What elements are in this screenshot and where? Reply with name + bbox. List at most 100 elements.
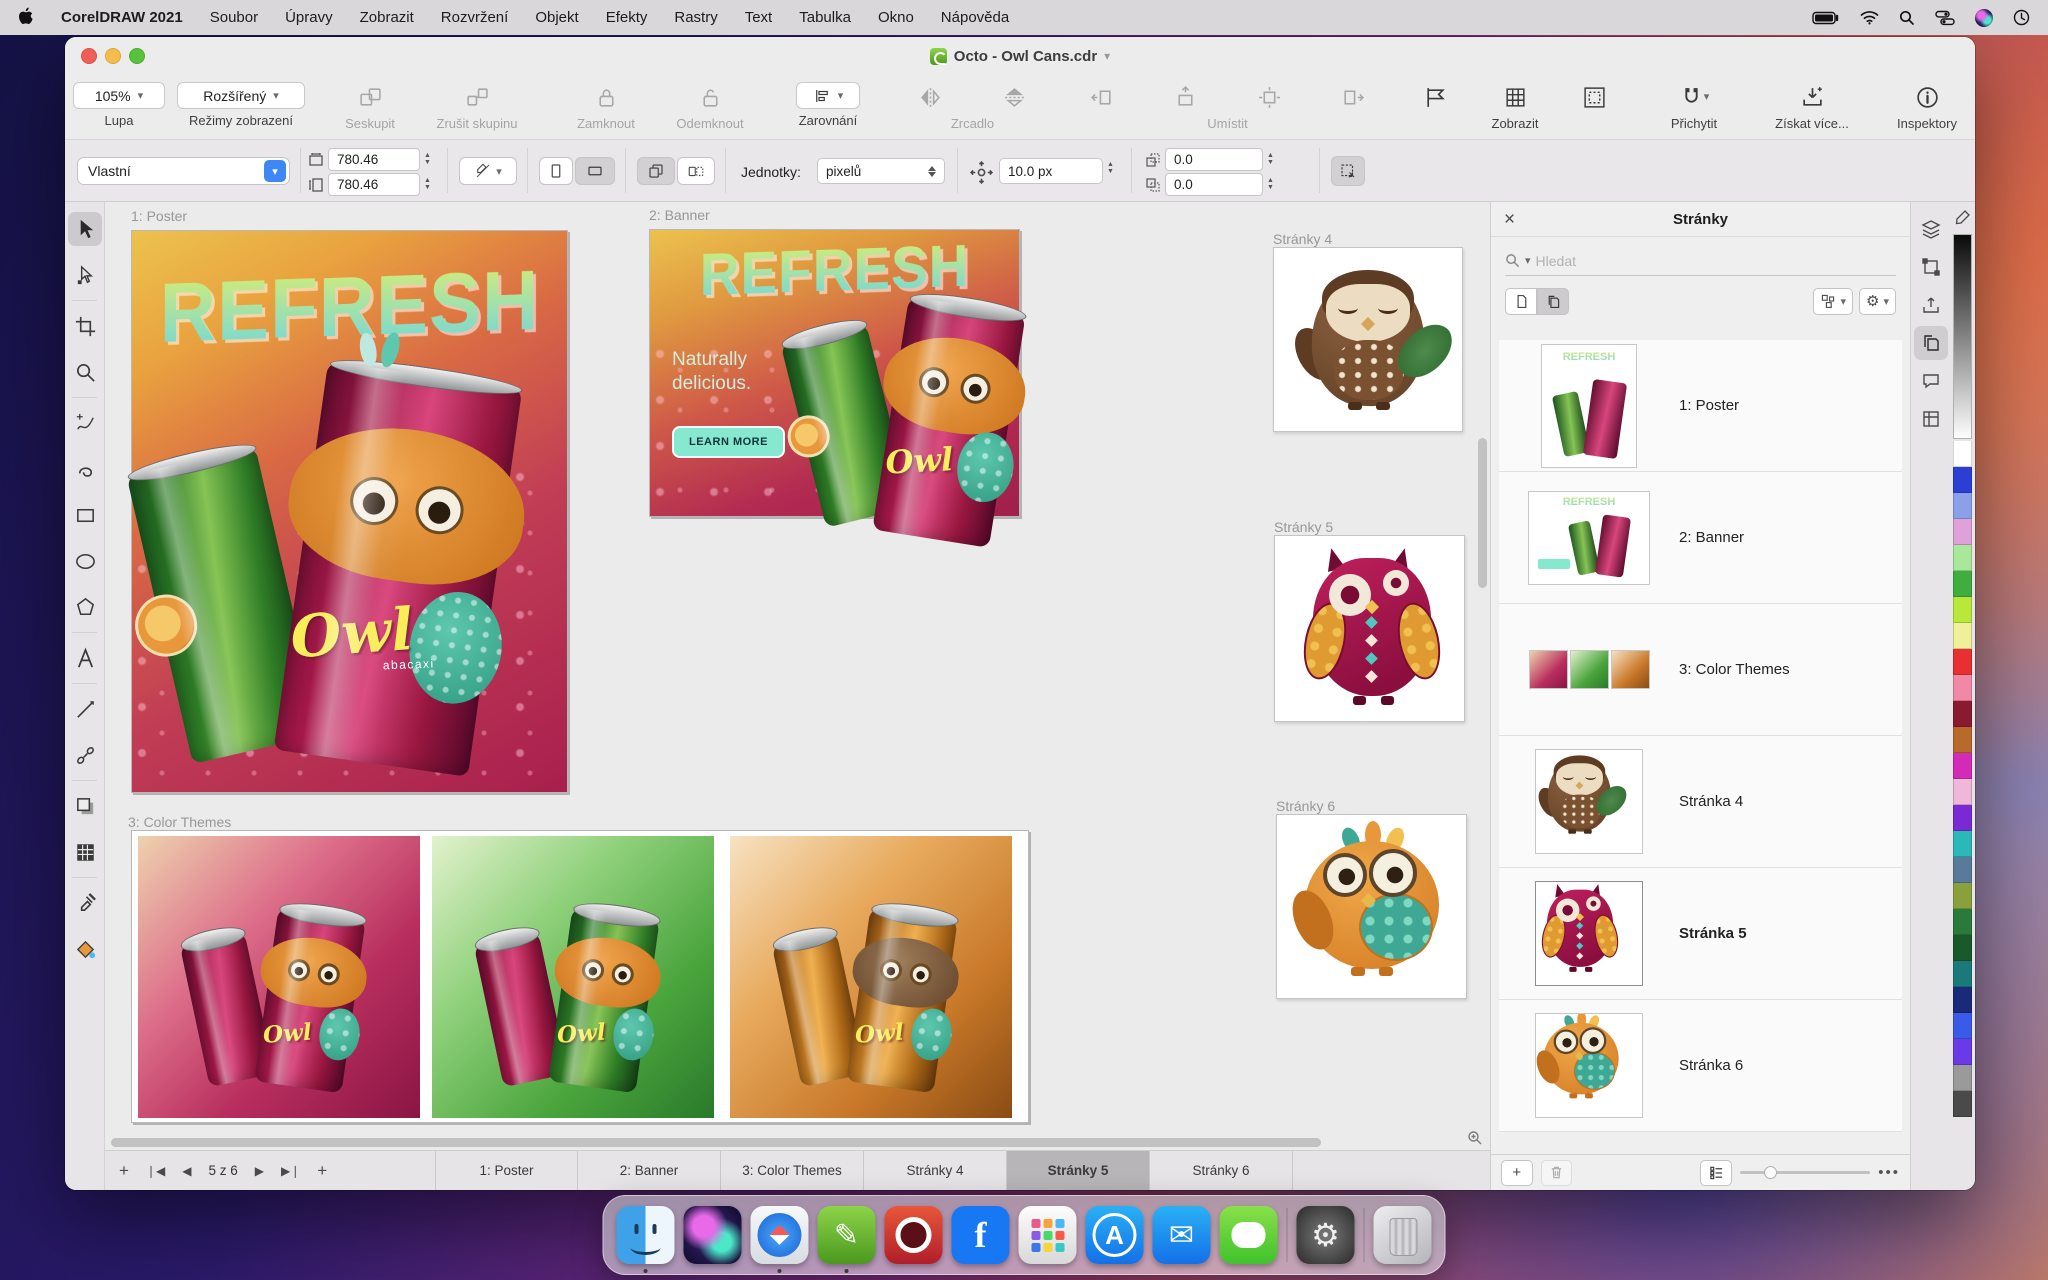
color-swatch[interactable] <box>1953 857 1972 883</box>
chevron-down-icon[interactable]: ▾ <box>1525 254 1531 267</box>
color-swatch[interactable] <box>1953 467 1972 493</box>
vertical-scrollbar[interactable] <box>1478 208 1487 1128</box>
color-swatch[interactable] <box>1953 1065 1972 1091</box>
add-page-button-2[interactable]: + <box>317 1161 327 1181</box>
color-swatch[interactable] <box>1953 675 1972 701</box>
page-list-item-5[interactable]: Stránka 5 <box>1499 868 1902 1000</box>
view-mode-dropdown[interactable]: Rozšířený▾ <box>177 82 305 109</box>
dock-facebook-icon[interactable]: f <box>952 1206 1010 1264</box>
single-page-view-button[interactable] <box>1505 288 1537 315</box>
slider-thumb[interactable] <box>1764 1166 1777 1179</box>
color-swatch[interactable] <box>1953 753 1972 779</box>
tab-stranky-4[interactable]: Stránky 4 <box>864 1151 1007 1190</box>
close-panel-icon[interactable]: × <box>1504 210 1515 229</box>
horizontal-scrollbar-thumb[interactable] <box>111 1138 1321 1147</box>
nudge-distance-field[interactable]: 10.0 px <box>999 158 1103 184</box>
tab-color-themes[interactable]: 3: Color Themes <box>721 1151 864 1190</box>
duplicate-y-stepper[interactable]: ▲▼ <box>1267 178 1274 191</box>
wifi-icon[interactable] <box>1860 10 1879 25</box>
mirror-vertical-icon[interactable] <box>1002 82 1027 112</box>
banner-page[interactable]: REFRESH Naturallydelicious. LEARN MORE O… <box>649 229 1020 517</box>
canvas-zoom-icon[interactable] <box>1467 1130 1485 1148</box>
page-list-item-4[interactable]: Stránka 4 <box>1499 736 1902 868</box>
menu-item-soubor[interactable]: Soubor <box>210 9 258 26</box>
duplicate-y-field[interactable]: 0.0 <box>1165 173 1263 196</box>
title-chevron-icon[interactable]: ▾ <box>1104 49 1110 63</box>
color-swatch[interactable] <box>1953 1039 1972 1065</box>
ungroup-objects-icon[interactable] <box>465 82 490 112</box>
shape-tool[interactable] <box>65 252 105 298</box>
interactive-fill-tool[interactable] <box>65 926 105 972</box>
add-page-button[interactable]: + <box>1501 1160 1533 1186</box>
multi-page-view-button[interactable] <box>1537 288 1569 315</box>
group-objects-icon[interactable] <box>358 82 383 112</box>
pages-options-dropdown[interactable]: ⚙▾ <box>1859 288 1896 315</box>
color-swatch[interactable] <box>1953 1013 1972 1039</box>
unlock-icon[interactable] <box>698 82 723 112</box>
page-list-item-3[interactable]: 3: Color Themes <box>1499 604 1902 736</box>
duplicate-x-field[interactable]: 0.0 <box>1165 148 1263 171</box>
freehand-tool[interactable] <box>65 400 105 446</box>
tab-banner[interactable]: 2: Banner <box>578 1151 721 1190</box>
page4-artboard[interactable] <box>1273 247 1463 432</box>
position-top-icon[interactable] <box>1173 82 1198 112</box>
dock-app-store-icon[interactable] <box>1086 1206 1144 1264</box>
outline-pen-dropdown[interactable]: ▾ <box>459 157 517 185</box>
menu-item-tabulka[interactable]: Tabulka <box>799 9 851 26</box>
units-select[interactable]: pixelů <box>817 158 945 184</box>
color-swatch[interactable] <box>1953 779 1972 805</box>
menu-item-okno[interactable]: Okno <box>878 9 914 26</box>
menu-app-name[interactable]: CorelDRAW 2021 <box>61 9 183 26</box>
list-view-button[interactable] <box>1700 1160 1732 1186</box>
color-swatch[interactable] <box>1953 493 1972 519</box>
preset-dropdown-button[interactable]: ▾ <box>264 160 286 182</box>
artistic-media-tool[interactable] <box>65 446 105 492</box>
position-center-icon[interactable] <box>1257 82 1282 112</box>
pages-inspector-icon[interactable] <box>1914 326 1948 360</box>
color-swatch[interactable] <box>1953 701 1972 727</box>
color-swatch[interactable] <box>1953 1091 1972 1117</box>
ellipse-tool[interactable] <box>65 538 105 584</box>
export-icon[interactable] <box>1914 288 1948 322</box>
dock-launchpad-icon[interactable] <box>1019 1206 1077 1264</box>
transform-icon[interactable] <box>1914 250 1948 284</box>
dock-siri-icon[interactable] <box>684 1206 742 1264</box>
drawing-canvas[interactable]: 1: Poster REFRESH <box>105 202 1490 1150</box>
color-swatch[interactable] <box>1953 519 1972 545</box>
landscape-orientation-button[interactable] <box>575 157 615 185</box>
page5-artboard[interactable] <box>1274 535 1465 722</box>
grayscale-ramp[interactable] <box>1953 234 1972 439</box>
all-pages-layers-button[interactable] <box>637 157 675 185</box>
search-icon[interactable] <box>1899 10 1915 26</box>
align-dropdown[interactable]: ▾ <box>796 82 860 109</box>
get-more-icon[interactable] <box>1800 82 1825 112</box>
page-list-item-6[interactable]: Stránka 6 <box>1499 1000 1902 1132</box>
menu-item-rastry[interactable]: Rastry <box>674 9 717 26</box>
tab-stranky-5[interactable]: Stránky 5 <box>1007 1151 1150 1190</box>
dock-safari-icon[interactable] <box>751 1206 809 1264</box>
color-swatch[interactable] <box>1953 961 1972 987</box>
drop-shadow-tool[interactable] <box>65 783 105 829</box>
crop-tool[interactable] <box>65 303 105 349</box>
position-left-icon[interactable] <box>1090 82 1115 112</box>
menu-item-efekty[interactable]: Efekty <box>606 9 648 26</box>
dock-trash-icon[interactable] <box>1374 1206 1432 1264</box>
apple-menu-icon[interactable] <box>18 7 34 29</box>
color-swatch[interactable] <box>1953 571 1972 597</box>
dock-finder-icon[interactable] <box>617 1206 675 1264</box>
page-list-item-2[interactable]: REFRESH 2: Banner <box>1499 472 1902 604</box>
inspectors-info-icon[interactable] <box>1915 82 1940 112</box>
last-page-icon[interactable]: ▶❘ <box>281 1164 300 1178</box>
color-swatch[interactable] <box>1953 805 1972 831</box>
page-list-item-1[interactable]: REFRESH 1: Poster <box>1499 340 1902 472</box>
dock-coreldraw-icon[interactable]: ✎ <box>818 1206 876 1264</box>
menu-item-rozvrzeni[interactable]: Rozvržení <box>441 9 509 26</box>
menu-item-napoveda[interactable]: Nápověda <box>941 9 1009 26</box>
zoom-tool[interactable] <box>65 349 105 395</box>
delete-page-button[interactable] <box>1541 1160 1573 1186</box>
comments-icon[interactable] <box>1914 364 1948 398</box>
siri-icon[interactable] <box>1975 9 1993 27</box>
mesh-fill-tool[interactable] <box>65 829 105 875</box>
layers-icon[interactable] <box>1914 212 1948 246</box>
line-tool[interactable] <box>65 686 105 732</box>
